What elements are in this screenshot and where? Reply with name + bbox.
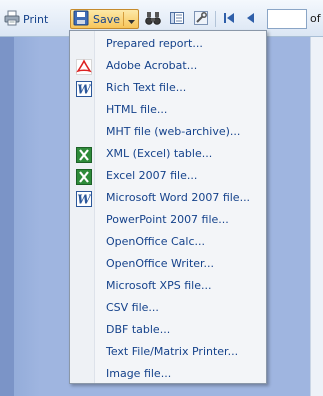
excel-icon: [76, 169, 92, 185]
menu-item-label: Adobe Acrobat...: [106, 59, 198, 72]
menu-item-label: HTML file...: [106, 103, 168, 116]
svg-text:W: W: [77, 193, 92, 207]
outline-button[interactable]: [168, 9, 186, 29]
menu-item-label: Image file...: [106, 367, 172, 380]
menu-item-powerpoint-2007[interactable]: PowerPoint 2007 file...: [70, 210, 266, 232]
menu-item-prepared-report[interactable]: Prepared report...: [70, 34, 266, 56]
previous-page-button[interactable]: [242, 9, 260, 29]
menu-item-label: Text File/Matrix Printer...: [106, 345, 239, 358]
first-page-icon: [223, 12, 235, 27]
menu-item-xps[interactable]: Microsoft XPS file...: [70, 276, 266, 298]
chevron-down-icon[interactable]: [128, 15, 135, 28]
menu-item-openoffice-writer[interactable]: OpenOffice Writer...: [70, 254, 266, 276]
menu-item-xml-excel[interactable]: XML (Excel) table...: [70, 144, 266, 166]
menu-item-csv[interactable]: CSV file...: [70, 298, 266, 320]
save-button[interactable]: Save: [70, 9, 139, 29]
menu-item-label: OpenOffice Writer...: [106, 257, 215, 270]
first-page-button[interactable]: [220, 9, 238, 29]
toolbar-divider: [215, 11, 216, 27]
split-divider: [123, 12, 124, 26]
menu-item-mht[interactable]: MHT file (web-archive)...: [70, 122, 266, 144]
menu-item-label: Excel 2007 file...: [106, 169, 198, 182]
pdf-icon: [76, 59, 92, 75]
menu-item-label: XML (Excel) table...: [106, 147, 213, 160]
outline-view-icon: [169, 10, 185, 29]
printer-icon: [4, 10, 20, 29]
menu-item-rich-text[interactable]: W Rich Text file...: [70, 78, 266, 100]
menu-item-label: Rich Text file...: [106, 81, 187, 94]
wrench-icon: [193, 10, 209, 29]
menu-item-adobe-acrobat[interactable]: Adobe Acrobat...: [70, 56, 266, 78]
save-label: Save: [93, 12, 121, 26]
viewer-side-strip: [0, 37, 14, 396]
menu-item-label: MHT file (web-archive)...: [106, 125, 241, 138]
excel-icon: [76, 147, 92, 163]
menu-item-html[interactable]: HTML file...: [70, 100, 266, 122]
menu-item-text-matrix-printer[interactable]: Text File/Matrix Printer...: [70, 342, 266, 364]
save-format-menu: Prepared report... Adobe Acrobat... W Ri…: [69, 30, 267, 384]
menu-item-label: Microsoft XPS file...: [106, 279, 212, 292]
menu-item-openoffice-calc[interactable]: OpenOffice Calc...: [70, 232, 266, 254]
menu-item-label: OpenOffice Calc...: [106, 235, 205, 248]
page-of-label: of: [310, 12, 321, 25]
vertical-scrollbar[interactable]: [310, 37, 323, 396]
page-number-input[interactable]: [267, 9, 307, 29]
edit-button[interactable]: [192, 9, 210, 29]
menu-item-label: CSV file...: [106, 301, 159, 314]
menu-item-label: Microsoft Word 2007 file...: [106, 191, 251, 204]
menu-item-label: Prepared report...: [106, 37, 203, 50]
menu-item-label: PowerPoint 2007 file...: [106, 213, 229, 226]
print-label: Print: [23, 12, 49, 26]
previous-page-icon: [246, 12, 256, 27]
binoculars-icon: [145, 10, 161, 29]
find-button[interactable]: [144, 9, 162, 29]
menu-item-excel-2007[interactable]: Excel 2007 file...: [70, 166, 266, 188]
svg-text:W: W: [77, 83, 92, 97]
menu-item-dbf[interactable]: DBF table...: [70, 320, 266, 342]
menu-item-image-file[interactable]: Image file...: [70, 364, 266, 386]
print-button[interactable]: Print: [2, 9, 66, 29]
menu-item-word-2007[interactable]: W Microsoft Word 2007 file...: [70, 188, 266, 210]
word-icon: W: [76, 191, 92, 207]
menu-item-label: DBF table...: [106, 323, 171, 336]
word-icon: W: [76, 81, 92, 97]
floppy-disk-icon: [73, 10, 89, 29]
